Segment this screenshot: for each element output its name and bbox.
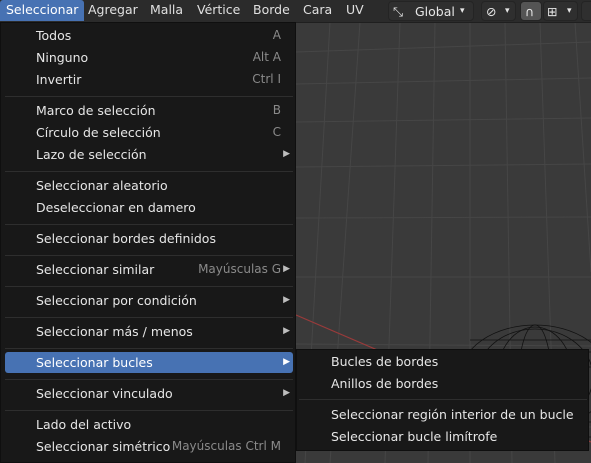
menu-seleccionar[interactable]: Seleccionar — [0, 0, 85, 21]
menu-bar: Seleccionar Agregar Malla Vértice Borde … — [0, 0, 591, 23]
menu-item-lazo[interactable]: Lazo de selección ▶ — [5, 144, 293, 165]
separator — [5, 171, 293, 172]
separator — [5, 379, 293, 380]
submenu-item-anillos-bordes[interactable]: Anillos de bordes — [299, 373, 587, 394]
menu-item-bordes-definidos[interactable]: Seleccionar bordes definidos — [5, 228, 293, 249]
orientation-icon: ⤡ — [393, 4, 404, 19]
magnet-icon: ∩ — [525, 4, 535, 19]
menu-item-simetrico[interactable]: Seleccionar simétrico Mayúsculas Ctrl M — [5, 436, 293, 457]
submenu-arrow-icon: ▶ — [283, 264, 290, 274]
menu-item-mas-menos[interactable]: Seleccionar más / menos ▶ — [5, 321, 293, 342]
menu-item-ninguno[interactable]: Ninguno Alt A — [5, 47, 293, 68]
submenu-arrow-icon: ▶ — [283, 388, 290, 398]
submenu-item-bucles-bordes[interactable]: Bucles de bordes — [299, 351, 587, 372]
menu-item-todos[interactable]: Todos A — [5, 25, 293, 46]
menu-item-marco[interactable]: Marco de selección B — [5, 100, 293, 121]
separator — [5, 255, 293, 256]
menu-item-circulo[interactable]: Círculo de selección C — [5, 122, 293, 143]
submenu-arrow-icon: ▶ — [283, 357, 290, 367]
menu-item-por-condicion[interactable]: Seleccionar por condición ▶ — [5, 290, 293, 311]
chevron-down-icon: ▾ — [505, 6, 510, 16]
separator — [5, 317, 293, 318]
select-menu: Todos A Ninguno Alt A Invertir Ctrl I Marco… — [0, 22, 296, 463]
menu-item-similar[interactable]: Seleccionar similar Mayúsculas G ▶ — [5, 259, 293, 280]
submenu-item-bucle-limitrofe[interactable]: Seleccionar bucle limítrofe — [299, 426, 587, 447]
proportional-edit-toggle[interactable] — [581, 1, 591, 21]
snap-toggle[interactable]: ∩ — [520, 1, 542, 21]
submenu-arrow-icon: ▶ — [283, 326, 290, 336]
pivot-icon: ⊘ — [486, 4, 497, 19]
menu-vertice[interactable]: Vértice — [191, 0, 246, 21]
snap-increment-icon: ⊞ — [547, 4, 558, 19]
menu-item-lado-activo[interactable]: Lado del activo — [5, 414, 293, 435]
menu-uv[interactable]: UV — [340, 0, 370, 21]
separator — [299, 399, 587, 400]
loops-submenu: Bucles de bordes Anillos de bordes Selec… — [296, 349, 589, 451]
separator — [5, 224, 293, 225]
transform-orientation-dropdown[interactable]: ⤡ Global ▾ — [388, 1, 474, 21]
menu-malla[interactable]: Malla — [144, 0, 189, 21]
orientation-value: Global — [415, 4, 455, 19]
separator — [5, 348, 293, 349]
submenu-arrow-icon: ▶ — [283, 295, 290, 305]
submenu-item-region-interior[interactable]: Seleccionar región interior de un bucle — [299, 404, 587, 425]
menu-item-damero[interactable]: Deseleccionar en damero — [5, 197, 293, 218]
submenu-arrow-icon: ▶ — [283, 149, 290, 159]
separator — [5, 286, 293, 287]
chevron-down-icon: ▾ — [567, 6, 572, 16]
snap-target-dropdown[interactable]: ⊞ ▾ — [543, 1, 578, 21]
menu-agregar[interactable]: Agregar — [82, 0, 144, 21]
pivot-point-dropdown[interactable]: ⊘ ▾ — [481, 1, 516, 21]
menu-item-bucles[interactable]: Seleccionar bucles ▶ — [5, 352, 293, 373]
separator — [5, 96, 293, 97]
menu-item-vinculado[interactable]: Seleccionar vinculado ▶ — [5, 383, 293, 404]
menu-borde[interactable]: Borde — [247, 0, 296, 21]
menu-cara[interactable]: Cara — [297, 0, 338, 21]
separator — [5, 410, 293, 411]
menu-item-invertir[interactable]: Invertir Ctrl I — [5, 69, 293, 90]
chevron-down-icon: ▾ — [460, 6, 465, 16]
menu-item-aleatorio[interactable]: Seleccionar aleatorio — [5, 175, 293, 196]
